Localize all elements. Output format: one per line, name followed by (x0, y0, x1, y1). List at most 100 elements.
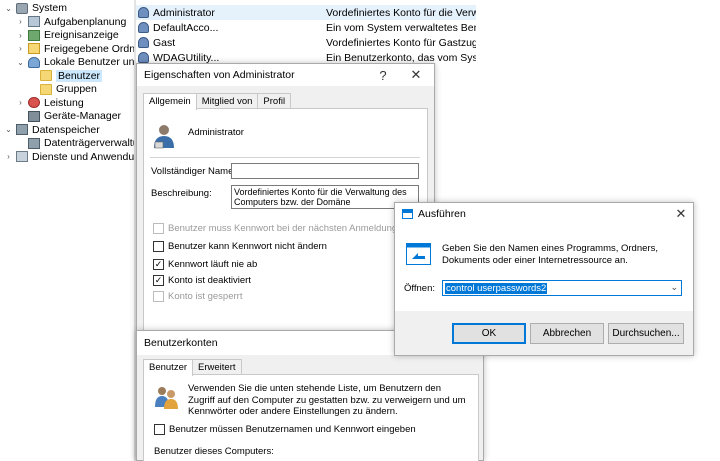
user-description: Vordefiniertes Konto für Gastzugri... (326, 36, 476, 49)
tree-item-label: Aufgabenplanung (44, 15, 127, 28)
users-panel: Verwenden Sie die unten stehende Liste, … (143, 374, 479, 461)
tree-item[interactable]: Benutzer (28, 69, 103, 83)
storage-icon (16, 124, 28, 135)
folder-icon (40, 83, 52, 95)
close-icon[interactable]: ✕ (403, 64, 429, 86)
chevron-right-icon[interactable]: › (16, 31, 25, 40)
tree-item[interactable]: Gruppen (28, 82, 97, 96)
tree-item-label: System (32, 2, 68, 14)
disk-management-icon (28, 137, 40, 149)
tree-item[interactable]: › Aufgabenplanung (16, 15, 126, 29)
performance-icon (28, 97, 40, 108)
user-row[interactable]: Administrator Vordefiniertes Konto für di… (136, 5, 476, 20)
run-body: Geben Sie den Namen eines Programms, Ord… (395, 225, 693, 311)
tree-item-label: Lokale Benutzer und Gr (44, 56, 134, 68)
help-icon[interactable]: ? (370, 64, 396, 86)
checkbox-box[interactable] (153, 241, 164, 252)
chevron-right-icon[interactable]: › (16, 17, 25, 26)
tree-item[interactable]: › Ereignisanzeige (16, 28, 119, 42)
tree-item-label: Datenträgerverwaltung (44, 137, 134, 149)
tree-item-label: Ereignisanzeige (44, 29, 119, 41)
user-description: Ein Benutzerkonto, das vom Syste... (326, 51, 476, 64)
account-option-checkbox: Konto ist gesperrt (153, 291, 242, 302)
open-combobox[interactable]: control userpasswords2 ⌄ (442, 280, 682, 296)
users-group-icon (154, 385, 180, 409)
description-label: Beschreibung: (151, 188, 212, 199)
user-row[interactable]: DefaultAcco... Ein vom System verwaltetes… (136, 20, 476, 35)
tree-item-label: Geräte-Manager (44, 110, 122, 122)
tree-item-label: Freigegebene Ordner (44, 42, 134, 55)
tree-item[interactable]: › Leistung (16, 96, 84, 110)
user-name: Gast (153, 36, 176, 49)
chevron-down-icon[interactable]: ⌄ (4, 4, 13, 13)
tree-item-label: Leistung (44, 96, 84, 109)
checkmark-icon[interactable]: ✓ (153, 259, 164, 270)
screen: ⌄ System › Aufgabenplanung › Ereignisanzeige ›… (0, 0, 720, 461)
separator (150, 157, 420, 158)
user-row[interactable]: Gast Vordefiniertes Konto für Gastzugri..… (136, 35, 476, 50)
tree-item[interactable]: Datenträgerverwaltung (16, 136, 134, 150)
run-title: Ausführen (418, 208, 466, 220)
run-message: Geben Sie den Namen eines Programms, Ord… (442, 243, 658, 266)
tree-item-label: Gruppen (56, 83, 97, 95)
browse-button[interactable]: Durchsuchen... (608, 323, 684, 344)
account-option-checkbox[interactable]: ✓ Kennwort läuft nie ab (153, 259, 257, 270)
user-avatar-icon (152, 123, 176, 149)
chevron-down-icon[interactable]: ⌄ (16, 58, 25, 67)
require-password-label: Benutzer müssen Benutzernamen und Kennwo… (169, 424, 416, 435)
tab-general[interactable]: Allgemein (143, 93, 197, 110)
open-input-text[interactable]: control userpasswords2 (445, 282, 548, 294)
user-description: Vordefiniertes Konto für die Verwa... (326, 6, 476, 19)
chevron-right-icon[interactable]: › (4, 152, 13, 161)
fullname-field[interactable] (231, 163, 419, 179)
tree-item[interactable]: ⌄ Lokale Benutzer und Gr (16, 55, 134, 69)
user-icon (138, 7, 149, 18)
local-users-icon (28, 56, 40, 68)
shared-folders-icon (28, 43, 40, 54)
run-app-icon (402, 209, 413, 219)
user-name: WDAGUtility... (153, 51, 220, 64)
services-icon (16, 151, 28, 162)
users-list: Administrator Vordefiniertes Konto für di… (136, 0, 720, 64)
user-icon (138, 37, 149, 48)
run-dialog-icon (406, 243, 431, 265)
tree-item[interactable]: ⌄ System (4, 1, 67, 15)
properties-title: Eigenschaften von Administrator (144, 69, 295, 81)
checkmark-icon[interactable]: ✓ (153, 275, 164, 286)
tree-item[interactable]: › Dienste und Anwendungen (4, 150, 134, 164)
account-option-checkbox[interactable]: ✓ Konto ist deaktiviert (153, 275, 251, 286)
chevron-right-icon[interactable]: › (16, 98, 25, 107)
tree-item-label: Dienste und Anwendungen (32, 150, 134, 163)
navigation-tree: ⌄ System › Aufgabenplanung › Ereignisanzeige ›… (0, 0, 134, 461)
require-password-checkbox[interactable]: Benutzer müssen Benutzernamen und Kennwo… (154, 424, 416, 435)
require-password-box[interactable] (154, 424, 165, 435)
tree-item[interactable]: › Freigegebene Ordner (16, 42, 134, 56)
user-name: Administrator (153, 6, 215, 19)
ok-button[interactable]: OK (452, 323, 526, 344)
tab-users[interactable]: Benutzer (143, 359, 194, 376)
account-option-label: Benutzer muss Kennwort bei der nächsten … (168, 223, 430, 234)
cancel-button[interactable]: Abbrechen (530, 323, 604, 344)
chevron-down-icon[interactable]: ⌄ (4, 125, 13, 134)
checkbox-box (153, 223, 164, 234)
account-name: Administrator (188, 127, 244, 138)
tree-item-label: Datenspeicher (32, 123, 100, 136)
user-icon (138, 52, 149, 63)
users-of-computer-label: Benutzer dieses Computers: (154, 446, 274, 457)
properties-titlebar: Eigenschaften von Administrator ? ✕ (137, 64, 434, 86)
tree-item[interactable]: Geräte-Manager (16, 109, 121, 123)
system-icon (16, 2, 28, 14)
account-option-label: Benutzer kann Kennwort nicht ändern (168, 241, 327, 252)
tree-item-label: Benutzer (56, 69, 103, 82)
chevron-down-icon[interactable]: ⌄ (670, 282, 678, 293)
task-scheduler-icon (28, 16, 40, 27)
chevron-right-icon[interactable]: › (16, 44, 25, 53)
tree-item[interactable]: ⌄ Datenspeicher (4, 123, 100, 137)
account-option-label: Konto ist deaktiviert (168, 275, 251, 286)
account-option-checkbox[interactable]: Benutzer kann Kennwort nicht ändern (153, 241, 327, 252)
account-option-label: Kennwort läuft nie ab (168, 259, 258, 270)
run-close-icon[interactable]: ✕ (668, 203, 694, 225)
account-option-label: Konto ist gesperrt (168, 291, 243, 302)
folder-icon (40, 70, 52, 81)
description-field[interactable]: Vordefiniertes Konto für die Verwaltung … (231, 185, 419, 209)
